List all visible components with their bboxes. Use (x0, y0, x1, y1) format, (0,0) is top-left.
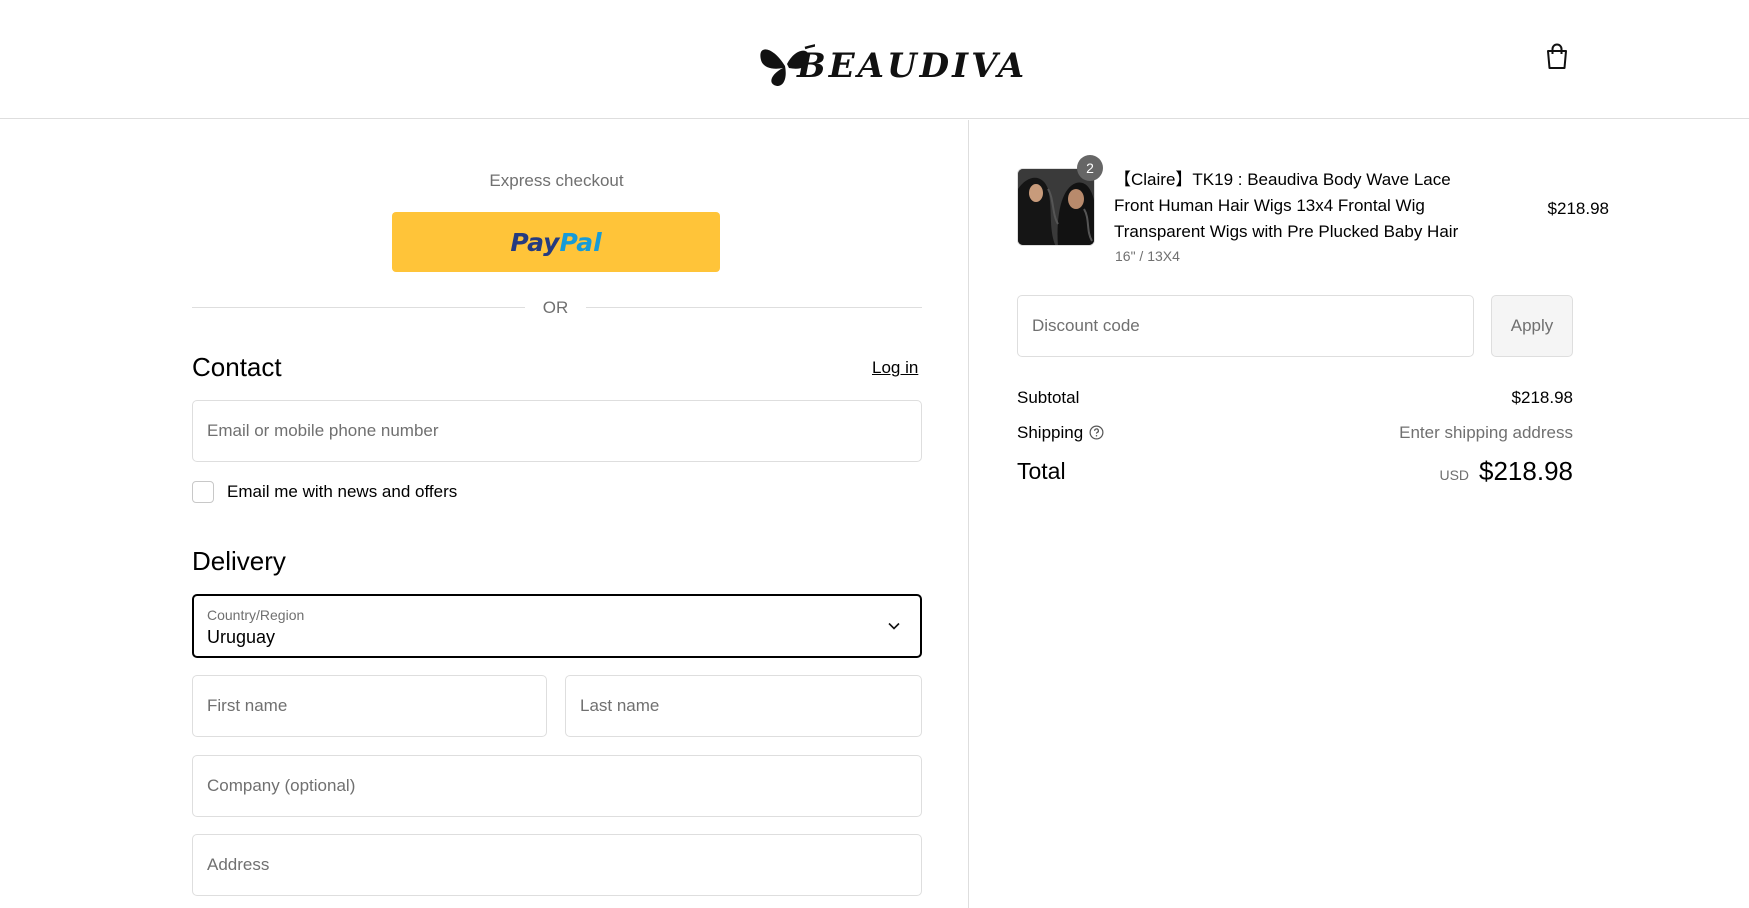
question-circle-icon[interactable] (1089, 425, 1104, 440)
company-field[interactable]: Company (optional) (192, 755, 922, 817)
email-field[interactable]: Email or mobile phone number (192, 400, 922, 462)
wig-product-image (1018, 169, 1094, 245)
paypal-button[interactable]: Pay Pal (392, 212, 720, 272)
discount-code-placeholder: Discount code (1032, 316, 1140, 335)
email-placeholder: Email or mobile phone number (207, 421, 439, 440)
address-field[interactable]: Address (192, 834, 922, 896)
product-variant: 16" / 13X4 (1115, 248, 1180, 264)
apply-discount-button[interactable]: Apply (1491, 295, 1573, 357)
order-summary-column: 2 【Claire】TK19 : Beaudiva Body Wave Lace… (968, 120, 1749, 908)
logo-wordmark: BEAUDIVA (797, 46, 1028, 86)
divider-line-right (586, 307, 922, 308)
country-select-label: Country/Region (207, 607, 305, 623)
brand-logo[interactable]: BEAUDIVA (755, 26, 1024, 90)
last-name-placeholder: Last name (580, 696, 660, 715)
news-offers-label[interactable]: Email me with news and offers (227, 482, 457, 502)
cart-button[interactable] (1543, 42, 1571, 72)
product-title: 【Claire】TK19 : Beaudiva Body Wave Lace F… (1114, 170, 1459, 241)
total-label: Total (1017, 458, 1066, 484)
address-placeholder: Address (207, 855, 270, 874)
total-row: Total USD $218.98 (1017, 456, 1573, 492)
last-name-field[interactable]: Last name (565, 675, 922, 737)
country-select[interactable]: Country/Region Uruguay (192, 594, 922, 658)
divider-line-left (192, 307, 525, 308)
delivery-heading: Delivery (192, 546, 286, 576)
chevron-down-icon (888, 622, 900, 630)
news-offers-row: Email me with news and offers (192, 480, 457, 504)
checkout-form-column: Express checkout Pay Pal OR Contact Log i… (0, 120, 968, 908)
contact-heading: Contact (192, 352, 282, 382)
country-select-value: Uruguay (207, 627, 276, 647)
site-header: BEAUDIVA (0, 0, 1749, 119)
shipping-label: Shipping (1017, 423, 1084, 442)
or-divider: OR (192, 296, 922, 320)
total-amount: USD $218.98 (1439, 456, 1573, 487)
shipping-row: Shipping Enter shipping address (1017, 423, 1573, 443)
product-thumbnail (1017, 168, 1095, 246)
subtotal-row: Subtotal $218.98 (1017, 388, 1573, 408)
shipping-value: Enter shipping address (1399, 423, 1573, 442)
first-name-field[interactable]: First name (192, 675, 547, 737)
discount-code-field[interactable]: Discount code (1017, 295, 1474, 357)
quantity-badge: 2 (1077, 155, 1103, 181)
subtotal-label: Subtotal (1017, 388, 1080, 407)
paypal-logo-part1: Pay (510, 227, 560, 257)
product-price: $218.98 (1547, 199, 1609, 218)
currency-code: USD (1439, 467, 1470, 483)
company-placeholder: Company (optional) (207, 776, 356, 795)
shopping-bag-icon (1547, 43, 1567, 69)
news-offers-checkbox[interactable] (192, 481, 214, 503)
paypal-logo-part2: Pal (559, 227, 602, 257)
or-text: OR (542, 298, 569, 317)
total-value: $218.98 (1479, 456, 1573, 486)
express-checkout-label: Express checkout (489, 171, 624, 190)
subtotal-value: $218.98 (1511, 388, 1573, 407)
first-name-placeholder: First name (207, 696, 288, 715)
login-link[interactable]: Log in (872, 358, 918, 378)
